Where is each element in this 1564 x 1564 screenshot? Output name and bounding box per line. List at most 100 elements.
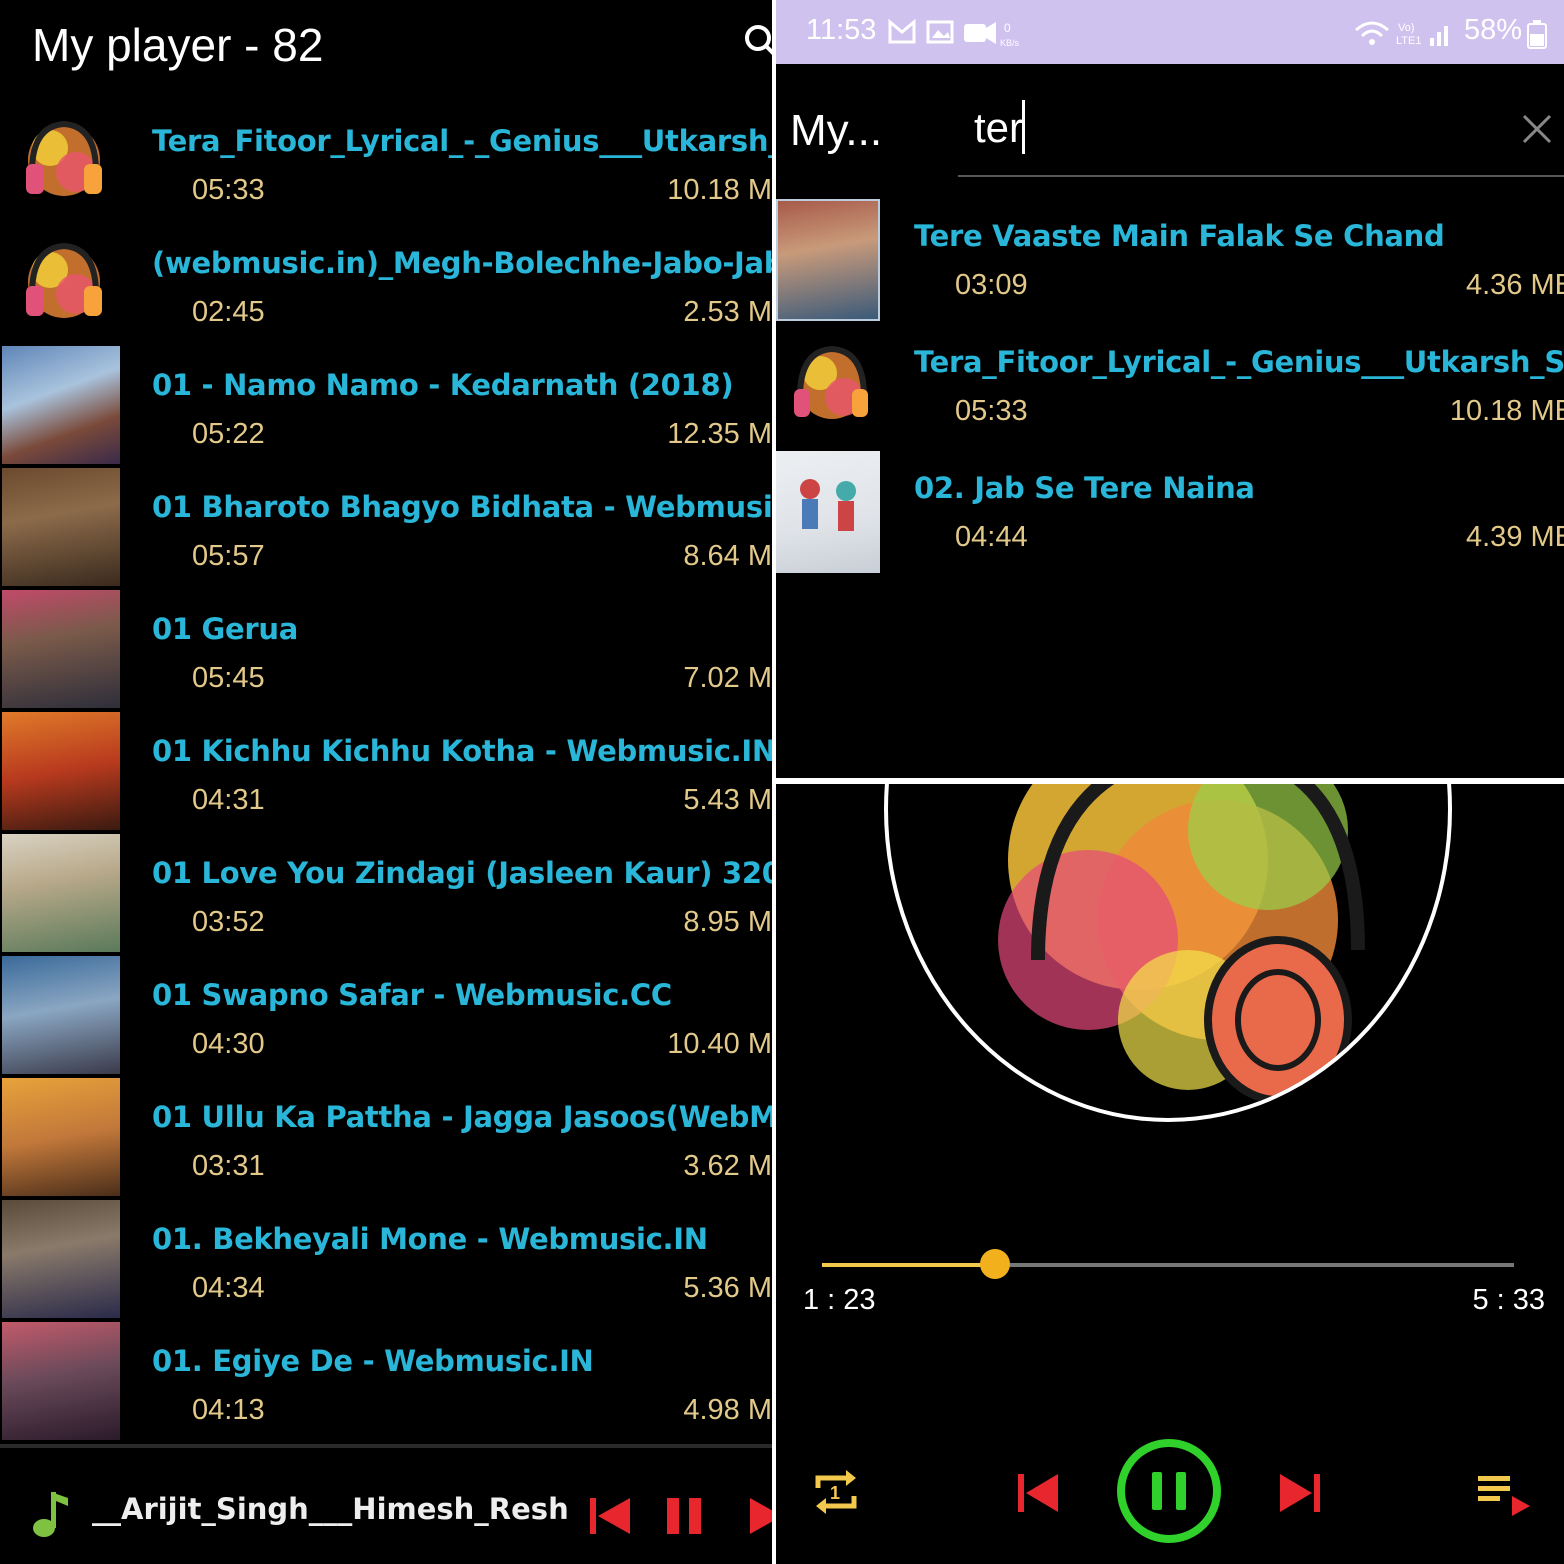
album-art-headphones — [2, 102, 120, 220]
song-title: 01. Egiye De - Webmusic.IN — [152, 1344, 594, 1378]
album-art-poster — [2, 956, 120, 1074]
song-row[interactable]: 01 Love You Zindagi (Jasleen Kaur) 320Kb… — [0, 832, 772, 954]
svg-text:0: 0 — [1004, 21, 1011, 35]
result-duration: 05:33 — [955, 395, 1028, 427]
wifi-signal-icon: Vo) LTE1 — [1355, 21, 1448, 47]
song-title: 01 - Namo Namo - Kedarnath (2018) — [152, 368, 734, 402]
song-size: 4.98 M — [683, 1394, 772, 1426]
song-size: 12.35 M — [667, 418, 772, 450]
now-playing-screen: 1 : 23 5 : 33 1 — [776, 784, 1564, 1564]
song-duration: 02:45 — [192, 296, 265, 328]
skip-previous-icon[interactable] — [1016, 1472, 1060, 1514]
result-title: Tera_Fitoor_Lyrical_-_Genius___Utkarsh_S… — [914, 345, 1564, 379]
search-input[interactable]: ter — [974, 104, 1023, 152]
search-screen-title: My... — [790, 106, 883, 155]
text-cursor — [1022, 100, 1025, 154]
search-icon[interactable] — [736, 22, 772, 62]
battery-percent: 58% — [1463, 14, 1522, 46]
notification-icons: 0 KB/s — [888, 18, 1020, 48]
song-size: 8.95 M — [683, 906, 772, 938]
search-underline — [958, 175, 1564, 177]
song-row[interactable]: (webmusic.in)_Megh-Bolechhe-Jabo-Jabo 02… — [0, 222, 772, 344]
result-row[interactable]: Tera_Fitoor_Lyrical_-_Genius___Utkarsh_S… — [776, 323, 1564, 449]
result-row[interactable]: 02. Jab Se Tere Naina 04:44 4.39 MB — [776, 449, 1564, 575]
result-duration: 03:09 — [955, 269, 1028, 301]
elapsed-time: 1 : 23 — [803, 1284, 876, 1316]
song-size: 10.40 M — [667, 1028, 772, 1060]
song-row[interactable]: 01 Ullu Ka Pattha - Jagga Jasoos(WebMusi… — [0, 1076, 772, 1198]
search-results: Tere Vaaste Main Falak Se Chand 03:09 4.… — [776, 197, 1564, 575]
music-note-icon — [33, 1492, 68, 1537]
result-duration: 04:44 — [955, 521, 1028, 553]
album-art-poster — [776, 451, 880, 573]
song-size: 5.43 M — [683, 784, 772, 816]
song-title: 01 Kichhu Kichhu Kotha - Webmusic.IN — [152, 734, 772, 768]
song-duration: 05:22 — [192, 418, 265, 450]
song-duration: 04:13 — [192, 1394, 265, 1426]
svg-text:LTE1: LTE1 — [1396, 35, 1421, 47]
app-title: My player - 82 — [32, 19, 324, 71]
pause-icon[interactable] — [1114, 1436, 1224, 1546]
album-art-poster — [2, 1322, 120, 1440]
song-title: 01 Bharoto Bhagyo Bidhata - Webmusic.IN — [152, 490, 772, 524]
close-icon[interactable] — [1520, 112, 1554, 146]
playlist-icon[interactable] — [1476, 1472, 1532, 1518]
album-art-poster — [2, 346, 120, 464]
result-title: Tere Vaaste Main Falak Se Chand — [914, 219, 1445, 253]
total-time: 5 : 33 — [1472, 1284, 1545, 1316]
seek-thumb[interactable] — [980, 1249, 1010, 1279]
song-title: 01 Ullu Ka Pattha - Jagga Jasoos(WebMusi… — [152, 1100, 772, 1134]
seek-progress — [822, 1263, 995, 1267]
song-title: Tera_Fitoor_Lyrical_-_Genius___Utkarsh_S… — [152, 124, 772, 158]
mini-player[interactable]: __Arijit_Singh___Himesh_Reshamn — [0, 1444, 772, 1564]
result-size: 4.39 MB — [1466, 521, 1564, 553]
album-art-poster — [2, 590, 120, 708]
song-duration: 04:30 — [192, 1028, 265, 1060]
song-title: 01. Bekheyali Mone - Webmusic.IN — [152, 1222, 708, 1256]
song-row[interactable]: 01. Egiye De - Webmusic.IN 04:13 4.98 M — [0, 1320, 772, 1442]
song-row[interactable]: 01 Kichhu Kichhu Kotha - Webmusic.IN 04:… — [0, 710, 772, 832]
search-screen: 11:53 0 KB/s Vo) LTE1 58% My... ter Tere… — [776, 0, 1564, 778]
album-art-headphones — [884, 784, 1452, 1122]
song-row[interactable]: 01. Bekheyali Mone - Webmusic.IN 04:34 5… — [0, 1198, 772, 1320]
album-art-poster — [2, 1200, 120, 1318]
status-time: 11:53 — [806, 14, 877, 46]
skip-next-icon[interactable] — [748, 1494, 772, 1538]
song-row[interactable]: 01 - Namo Namo - Kedarnath (2018) 05:22 … — [0, 344, 772, 466]
repeat-one-icon[interactable]: 1 — [810, 1466, 862, 1518]
skip-next-icon[interactable] — [1278, 1472, 1322, 1514]
battery-icon — [1527, 20, 1547, 49]
pause-icon[interactable] — [665, 1494, 705, 1538]
song-row[interactable]: 01 Swapno Safar - Webmusic.CC 04:30 10.4… — [0, 954, 772, 1076]
seek-bar[interactable] — [822, 1249, 1514, 1279]
song-list-screen: My player - 82 Tera_Fitoor_Lyrical_-_Gen… — [0, 0, 772, 1564]
song-title: 01 Love You Zindagi (Jasleen Kaur) 320Kb… — [152, 856, 772, 890]
status-bar: 11:53 0 KB/s Vo) LTE1 58% — [776, 0, 1564, 64]
result-size: 4.36 MB — [1466, 269, 1564, 301]
song-size: 8.64 M — [683, 540, 772, 572]
song-duration: 03:31 — [192, 1150, 265, 1182]
song-row[interactable]: Tera_Fitoor_Lyrical_-_Genius___Utkarsh_S… — [0, 100, 772, 222]
album-art-poster — [776, 199, 880, 321]
song-duration: 04:34 — [192, 1272, 265, 1304]
result-size: 10.18 MB — [1449, 395, 1564, 427]
svg-text:KB/s: KB/s — [1000, 38, 1020, 48]
result-row[interactable]: Tere Vaaste Main Falak Se Chand 03:09 4.… — [776, 197, 1564, 323]
song-size: 3.62 M — [683, 1150, 772, 1182]
song-size: 10.18 M — [667, 174, 772, 206]
song-size: 7.02 M — [683, 662, 772, 694]
mini-player-title: __Arijit_Singh___Himesh_Reshamn — [92, 1492, 568, 1526]
album-art-poster — [2, 1078, 120, 1196]
song-size: 2.53 M — [683, 296, 772, 328]
song-duration: 05:33 — [192, 174, 265, 206]
album-art-poster — [2, 834, 120, 952]
skip-previous-icon[interactable] — [588, 1494, 632, 1538]
song-title: (webmusic.in)_Megh-Bolechhe-Jabo-Jabo — [152, 246, 772, 280]
song-duration: 03:52 — [192, 906, 265, 938]
song-row[interactable]: 01 Gerua 05:45 7.02 M — [0, 588, 772, 710]
album-art-headphones — [2, 224, 120, 342]
song-duration: 04:31 — [192, 784, 265, 816]
album-art-poster — [2, 468, 120, 586]
song-row[interactable]: 01 Bharoto Bhagyo Bidhata - Webmusic.IN … — [0, 466, 772, 588]
result-title: 02. Jab Se Tere Naina — [914, 471, 1255, 505]
